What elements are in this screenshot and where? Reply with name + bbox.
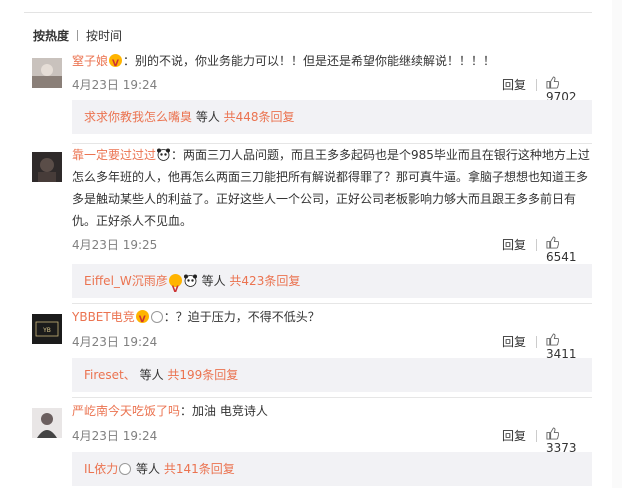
comment-meta: 4月23日 19:24 回复 3411	[72, 333, 592, 361]
vip-badge-icon	[109, 53, 123, 75]
reply-summary[interactable]: Eiffel_W沉雨彦 等人 共423条回复	[72, 264, 592, 307]
sort-bar: 按热度 按时间	[33, 27, 122, 44]
comment-meta: 4月23日 19:24 回复 3373	[72, 427, 592, 455]
reply-count-link[interactable]: 共423条回复	[229, 274, 300, 288]
avatar[interactable]	[32, 152, 62, 182]
reply-summary[interactable]: 求求你教我怎么嘴臭 等人 共448条回复	[72, 100, 592, 134]
thumbs-up-icon	[546, 236, 560, 249]
thumbs-up-icon	[546, 427, 560, 440]
top-divider	[24, 12, 592, 13]
panda-emoji-icon	[183, 274, 197, 287]
comment-time: 4月23日 19:25	[72, 238, 158, 252]
reply-button[interactable]: 回复	[502, 427, 526, 444]
meta-separator	[536, 336, 537, 348]
meta-separator	[536, 239, 537, 251]
comment-time: 4月23日 19:24	[72, 78, 158, 92]
like-count: 6541	[546, 250, 577, 264]
reply-username[interactable]: Eiffel_W沉雨彦	[84, 274, 168, 288]
vip-badge-icon	[168, 273, 182, 307]
reply-button[interactable]: 回复	[502, 333, 526, 350]
meta-separator	[536, 79, 537, 91]
comment-username[interactable]: YBBET电竞	[72, 310, 135, 324]
comment-content: ：别的不说，你业务能力可以！！但是还是希望你能继续解说！！！！	[123, 54, 496, 68]
comment-text: 严屹南今天吃饭了吗：加油 电竞诗人	[72, 400, 592, 422]
comment-text: 靠一定要过过过 ：两面三刀人品问题，而且王多多起码也是个985毕业而且在银行这种地…	[72, 144, 592, 232]
comment-content: ：？迫于压力，不得不低头？	[163, 310, 320, 324]
comment-divider	[72, 397, 592, 398]
reply-count-link[interactable]: 共448条回复	[224, 110, 295, 124]
sort-separator	[77, 30, 79, 41]
avatar[interactable]	[32, 408, 62, 438]
like-button[interactable]: 6541	[546, 236, 592, 264]
comment-text: 窒子娘 ：别的不说，你业务能力可以！！但是还是希望你能继续解说！！！！	[72, 50, 592, 75]
comment-divider	[72, 303, 592, 304]
thumbs-up-icon	[546, 76, 560, 89]
reply-mid-text: 等人	[197, 274, 230, 288]
vip-badge-icon	[135, 309, 149, 331]
panda-emoji-icon	[157, 148, 171, 161]
reply-mid-text: 等人	[192, 110, 224, 124]
comment-username[interactable]: 靠一定要过过过	[72, 148, 156, 162]
like-button[interactable]: 3411	[546, 333, 592, 361]
comment-username[interactable]: 窒子娘	[72, 54, 108, 68]
reply-button[interactable]: 回复	[502, 236, 526, 253]
reply-summary[interactable]: IL依力 等人 共141条回复	[72, 452, 592, 486]
comment-time: 4月23日 19:24	[72, 429, 158, 443]
comment-username[interactable]: 严屹南今天吃饭了吗	[72, 404, 180, 418]
sort-by-time-tab[interactable]: 按时间	[86, 29, 122, 43]
reply-button[interactable]: 回复	[502, 76, 526, 93]
reply-username[interactable]: Fireset、	[84, 368, 136, 382]
avatar[interactable]	[32, 58, 62, 88]
comment-content: ：加油 电竞诗人	[180, 404, 268, 418]
reply-summary[interactable]: Fireset、 等人 共199条回复	[72, 358, 592, 392]
reply-count-link[interactable]: 共141条回复	[164, 462, 235, 476]
thumbs-up-icon	[546, 333, 560, 346]
comment-time: 4月23日 19:24	[72, 335, 158, 349]
comment-text: YBBET电竞 ：？迫于压力，不得不低头？	[72, 306, 592, 331]
scrollbar[interactable]	[612, 0, 622, 488]
reply-username[interactable]: IL依力	[84, 462, 118, 476]
like-button[interactable]: 3373	[546, 427, 592, 455]
comment-meta: 4月23日 19:24 回复 9702	[72, 76, 592, 104]
reply-mid-text: 等人	[135, 368, 168, 382]
reply-count-link[interactable]: 共199条回复	[167, 368, 238, 382]
reply-mid-text: 等人	[132, 462, 164, 476]
svg-text:YB: YB	[42, 327, 51, 334]
avatar[interactable]: YB	[32, 314, 62, 344]
medal-badge-icon	[119, 463, 132, 475]
comment-meta: 4月23日 19:25 回复 6541	[72, 236, 592, 264]
sort-by-hot-tab[interactable]: 按热度	[33, 29, 69, 43]
meta-separator	[536, 430, 537, 442]
reply-username[interactable]: 求求你教我怎么嘴臭	[84, 110, 192, 124]
medal-badge-icon	[150, 311, 163, 323]
